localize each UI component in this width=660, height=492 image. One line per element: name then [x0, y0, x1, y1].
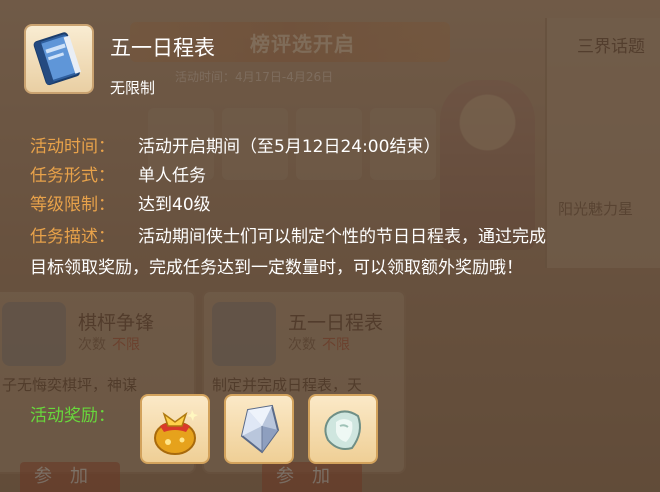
row-label: 任务形式：: [30, 166, 115, 186]
jade-stone-icon[interactable]: [308, 394, 378, 464]
row-label: 等级限制：: [30, 195, 115, 215]
row-value: 单人任务: [138, 166, 206, 186]
blue-book-icon: [24, 24, 94, 94]
info-row-type: 任务形式： 单人任务: [30, 161, 206, 186]
row-label: 任务描述：: [30, 227, 115, 247]
info-row-time: 活动时间： 活动开启期间（至5月12日24:00结束）: [30, 132, 440, 157]
info-row-desc: 任务描述： 活动期间侠士们可以制定个性的节日日程表，通过完成: [30, 222, 546, 247]
row-value: 活动开启期间（至5月12日24:00结束）: [138, 137, 441, 157]
gold-treasure-bag-icon[interactable]: [140, 394, 210, 464]
info-row-level: 等级限制： 达到40级: [30, 190, 211, 215]
tooltip-title: 五一日程表: [110, 36, 215, 60]
crystal-shard-icon[interactable]: [224, 394, 294, 464]
row-value: 活动期间侠士们可以制定个性的节日日程表，通过完成: [138, 227, 546, 247]
row-value: 达到40级: [138, 195, 211, 215]
reward-label: 活动奖励：: [30, 406, 115, 426]
row-label: 活动时间：: [30, 137, 115, 157]
tooltip-subtitle: 无限制: [110, 79, 156, 97]
desc-line-2: 目标领取奖励，完成任务达到一定数量时，可以领取额外奖励哦！: [30, 258, 523, 278]
